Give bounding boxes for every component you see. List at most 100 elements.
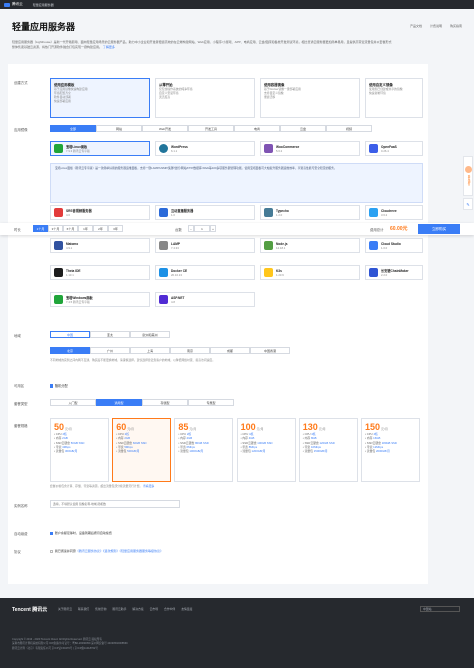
- image-item[interactable]: ASP.NET 4.8: [155, 292, 255, 307]
- region-label: 地域: [14, 334, 21, 338]
- duration-3-months[interactable]: 3个月: [48, 225, 63, 232]
- image-item[interactable]: Theia IDE 1.13.1: [50, 265, 150, 280]
- image-tab-webdev[interactable]: Web开发: [142, 125, 188, 132]
- create-mode-custom-image[interactable]: 使用自定义镜像 使用您已创建或共享的镜像 快速复制环境: [365, 78, 423, 118]
- region-city-nanjing[interactable]: 南京: [170, 347, 210, 354]
- image-item[interactable]: 宝塔Linux面板 7.9.3 腾讯云专享版: [50, 141, 150, 156]
- image-item[interactable]: Typecho 1.2.0: [260, 205, 360, 220]
- package-card[interactable]: 85 元/月 • CPU 2核 • 内存 4GB • SSD云硬盘 80GB SSD •…: [174, 418, 234, 482]
- image-tab-all[interactable]: 全部: [50, 125, 96, 132]
- image-item[interactable]: Cloud Studio 1.0.0: [365, 238, 423, 253]
- srs-icon: [54, 208, 63, 217]
- top-nav-product-link[interactable]: 轻量应用服务器: [33, 3, 54, 7]
- package-card[interactable]: 130 元/月 • CPU 4核 • 内存 8GB • SSD云硬盘 120GB SS…: [298, 418, 358, 482]
- footer-link[interactable]: 联系我们: [78, 607, 89, 611]
- footer-link[interactable]: 解决方案: [132, 607, 143, 611]
- region-area-china[interactable]: 中国: [50, 331, 90, 338]
- package-card[interactable]: 150 元/月 • CPU 4核 • 内存 16GB • SSD云硬盘 180GB S…: [361, 418, 420, 482]
- language-selector[interactable]: 中国站: [420, 606, 460, 612]
- link-product-doc[interactable]: 产品文档: [410, 24, 422, 28]
- instance-name-input[interactable]: [50, 500, 180, 508]
- footer-link[interactable]: 关于腾讯云: [58, 607, 72, 611]
- footer: Tencent 腾讯云 关于腾讯云 联系我们 售前咨询 腾讯云助手 解决方案 云…: [0, 598, 474, 668]
- region-city-hongkong[interactable]: 中国香港: [250, 347, 290, 354]
- package-more-link[interactable]: 查看更多: [143, 484, 154, 488]
- agreement-checkbox[interactable]: 我已阅读并同意《腾讯云服务协议》《退款规则》《轻量应用服务器服务等级协议》: [50, 549, 163, 553]
- availability-random-checkbox[interactable]: 随机分配: [50, 383, 68, 388]
- quantity-label: 台数: [175, 228, 182, 232]
- footer-link[interactable]: 腾讯云助手: [112, 607, 126, 611]
- woocommerce-icon: [264, 144, 273, 153]
- package-card[interactable]: 100 元/月 • CPU 4核 • 内存 4GB • SSD云硬盘 100GB SS…: [236, 418, 296, 482]
- sla-link[interactable]: 《轻量应用服务器服务等级协议》: [119, 549, 163, 553]
- pkg-type-general[interactable]: 通用型: [96, 399, 142, 406]
- link-billing[interactable]: 计费说明: [430, 24, 442, 28]
- footer-link[interactable]: 云市场: [150, 607, 158, 611]
- image-item[interactable]: Cloudreve 3.6.2: [365, 205, 423, 220]
- link-buy-guide[interactable]: 购买指南: [450, 24, 462, 28]
- duration-1-month[interactable]: 1个月: [33, 225, 48, 232]
- learn-more-link[interactable]: 了解更多: [103, 45, 115, 49]
- image-item[interactable]: SRS音视频服务器 4.0: [50, 205, 150, 220]
- image-item[interactable]: 宝塔Windows面板 7.4.5 腾讯云专享版: [50, 292, 150, 307]
- image-tab-devtools[interactable]: 开发工具: [188, 125, 234, 132]
- availability-label: 可用区: [14, 384, 25, 388]
- matomo-icon: [54, 241, 63, 250]
- image-tab-ecommerce[interactable]: 电商: [234, 125, 280, 132]
- region-area-euam[interactable]: 欧洲和美洲: [130, 331, 170, 338]
- region-city-shanghai[interactable]: 上海: [130, 347, 170, 354]
- package-spec-row: • 流量包 300GB/月: [54, 449, 78, 454]
- side-float-feedback[interactable]: ✎: [463, 198, 473, 210]
- region-area-apac[interactable]: 亚太: [90, 331, 130, 338]
- create-mode-from-scratch[interactable]: 从零开始 仅包含操作系统的纯净环境 自定义安装环境 灵活度高: [155, 78, 255, 118]
- image-item[interactable]: Docker CE 20.10.13: [155, 265, 255, 280]
- package-price: 50 元/月: [54, 422, 72, 432]
- service-agreement-link[interactable]: 《腾讯云服务协议》: [76, 549, 103, 553]
- create-mode-container-image[interactable]: 使用容器镜像 基于Docker镜像一键部署应用 支持自定义镜像 便捷迁移: [260, 78, 360, 118]
- duration-1-year[interactable]: 1年: [78, 225, 93, 232]
- footer-link[interactable]: 友情链接: [181, 607, 192, 611]
- image-item[interactable]: Node.js 14.18.1: [260, 238, 360, 253]
- duration-2-years[interactable]: 2年: [93, 225, 108, 232]
- image-item[interactable]: OpenFaaS 0.26.4: [365, 141, 423, 156]
- pkg-type-storage[interactable]: 存储型: [142, 399, 188, 406]
- package-spec-row: • 流量包 1000GB/月: [178, 449, 204, 454]
- create-mode-app-template[interactable]: 使用应用模板 基于应用镜像快速构建应用 环境配置齐全 软件自动部署 快速部署应用: [50, 78, 150, 118]
- pkg-type-dedicated[interactable]: 专属型: [188, 399, 234, 406]
- image-tab-website[interactable]: 网站: [96, 125, 142, 132]
- footer-link[interactable]: 合作伙伴: [164, 607, 175, 611]
- chainmaker-icon: [369, 268, 378, 277]
- quantity-value[interactable]: 1: [194, 225, 210, 232]
- image-item[interactable]: Matomo 4.9.1: [50, 238, 150, 253]
- auto-renew-checkbox[interactable]: 账户余额足够时，设备到期后按月自动续费: [50, 531, 112, 535]
- image-item[interactable]: LAMP 7.4.33: [155, 238, 255, 253]
- region-city-chengdu[interactable]: 成都: [210, 347, 250, 354]
- package-card[interactable]: 50 元/月 • CPU 2核 • 内存 2GB • SSD云硬盘 50GB SSD •…: [50, 418, 109, 482]
- region-city-guangzhou[interactable]: 广州: [90, 347, 130, 354]
- pkg-type-entry[interactable]: 入门型: [50, 399, 96, 406]
- refund-rules-link[interactable]: 《退款规则》: [103, 549, 120, 553]
- total-price-value: 60.00元: [390, 226, 408, 232]
- quantity-increase-button[interactable]: +: [210, 225, 216, 232]
- footer-brand: Tencent 腾讯云: [12, 607, 48, 613]
- region-city-beijing[interactable]: 北京: [50, 347, 90, 354]
- image-item[interactable]: 互动直播服务器 1.0: [155, 205, 255, 220]
- side-float-contact[interactable]: 联系销售: [463, 156, 473, 196]
- image-tab-video[interactable]: 视频: [326, 125, 372, 132]
- cloud-logo-icon: [4, 2, 10, 7]
- package-spec-label: 套餐规格: [14, 424, 28, 428]
- image-item[interactable]: 长安链ChainMaker 2.2.0: [365, 265, 423, 280]
- buy-now-button[interactable]: 立即购买: [418, 224, 460, 234]
- image-item[interactable]: WordPress 6.1.1: [155, 141, 255, 156]
- image-item[interactable]: WooCommerce 5.6.2: [260, 141, 360, 156]
- agreement-label: 协议: [14, 550, 21, 554]
- duration-3-years[interactable]: 3年: [108, 225, 123, 232]
- package-card[interactable]: 60 元/月 • CPU 2核 • 内存 2GB • SSD云硬盘 60GB SSD •…: [112, 418, 172, 482]
- tencent-cloud-logo[interactable]: 腾讯云: [4, 2, 23, 7]
- aspnet-icon: [159, 295, 168, 304]
- image-item[interactable]: K3s 1.23.6: [260, 265, 360, 280]
- image-tab-clouddisk[interactable]: 云盘: [280, 125, 326, 132]
- duration-6-months[interactable]: 6个月: [63, 225, 78, 232]
- footer-link[interactable]: 售前咨询: [95, 607, 106, 611]
- package-price: 150 元/月: [365, 422, 388, 432]
